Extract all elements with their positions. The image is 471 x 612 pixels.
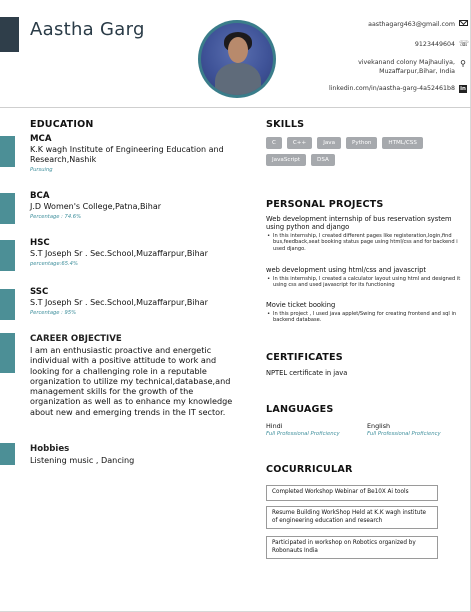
contact-phone-text: 9123449604 — [414, 41, 455, 48]
project-item: Movie ticket booking In this project , I… — [266, 301, 462, 324]
hobbies-text: Listening music , Dancing — [30, 455, 135, 465]
language-level: Full Professional Proficiency — [266, 431, 340, 437]
objective-accent-bar — [0, 333, 15, 373]
contact-phone: 9123449604 ☏ — [255, 40, 469, 49]
resume-header: Aastha Garg aasthagarg463@gmail.com 9123… — [0, 0, 471, 108]
project-bullet: In this internship, I created a calculat… — [266, 276, 462, 289]
skill-chip: Java — [317, 137, 342, 149]
project-item: Web development internship of bus reserv… — [266, 215, 462, 252]
name-accent-bar — [0, 17, 19, 52]
hobbies-title: Hobbies — [30, 444, 70, 454]
contact-email-text[interactable]: aasthagarg463@gmail.com — [368, 21, 455, 28]
language-item: English Full Professional Proficiency — [367, 422, 467, 437]
project-item: web development using html/css and javas… — [266, 266, 462, 289]
language-name: English — [367, 422, 391, 430]
education-institution: S.T Joseph Sr . Sec.School,Muzaffarpur,B… — [30, 249, 208, 258]
education-institution: S.T Joseph Sr . Sec.School,Muzaffarpur,B… — [30, 298, 208, 307]
cocurricular-item: Completed Workshop Webinar of Be10X Ai t… — [266, 485, 438, 501]
project-heading: Web development internship of bus reserv… — [266, 215, 452, 231]
education-meta: percentage:65.4% — [30, 261, 78, 267]
language-level: Full Professional Proficiency — [367, 431, 441, 437]
contact-linkedin-text[interactable]: linkedin.com/in/aastha-garg-4a52461b8 — [329, 85, 455, 92]
skill-chip: HTML/CSS — [382, 137, 423, 149]
career-objective-text: I am an enthusiastic proactive and energ… — [30, 345, 233, 417]
mail-icon — [459, 20, 468, 28]
certificate-item: NPTEL certificate in java — [266, 369, 348, 377]
education-title: EDUCATION — [30, 119, 94, 130]
project-heading: Movie ticket booking — [266, 301, 336, 309]
cocurricular-item: Resume Building WorkShop Held at K.K wag… — [266, 506, 438, 529]
skill-chip: DSA — [311, 154, 335, 166]
cocurricular-title: COCURRICULAR — [266, 464, 353, 475]
education-meta: Pursuing — [30, 167, 53, 173]
education-degree: MCA — [30, 134, 52, 144]
education-degree: HSC — [30, 238, 50, 248]
linkedin-icon: in — [459, 85, 467, 93]
project-bullet: In this internship, I created different … — [266, 233, 462, 252]
hobbies-accent-bar — [0, 443, 15, 465]
education-accent-bar — [0, 289, 15, 320]
contact-linkedin[interactable]: linkedin.com/in/aastha-garg-4a52461b8 in — [255, 85, 467, 93]
personal-projects-title: PERSONAL PROJECTS — [266, 199, 384, 210]
candidate-name: Aastha Garg — [30, 19, 145, 40]
project-heading: web development using html/css and javas… — [266, 266, 426, 274]
cocurricular-item: Participated in workshop on Robotics org… — [266, 536, 438, 559]
phone-icon: ☏ — [459, 39, 470, 48]
education-meta: Percentage : 74.6% — [30, 214, 82, 220]
languages-title: LANGUAGES — [266, 404, 334, 415]
skill-chip: C++ — [286, 137, 313, 149]
education-accent-bar — [0, 240, 15, 271]
education-degree: SSC — [30, 287, 49, 297]
career-objective-title: CAREER OBJECTIVE — [30, 334, 122, 344]
skills-title: SKILLS — [266, 119, 305, 130]
language-name: Hindi — [266, 422, 283, 430]
education-meta: Percentage : 95% — [30, 310, 77, 316]
skills-list: C C++ Java Python HTML/CSS JavaScript DS… — [266, 137, 462, 166]
skill-chip: C — [266, 137, 282, 149]
certificates-title: CERTIFICATES — [266, 352, 343, 363]
education-accent-bar — [0, 193, 15, 224]
education-institution: J.D Women's College,Patna,Bihar — [30, 202, 162, 211]
language-item: Hindi Full Professional Proficiency — [266, 422, 366, 437]
contact-address-line2: Muzaffarpur,Bihar, India — [379, 68, 455, 75]
project-bullet: In this project , I used java applet/Swi… — [266, 311, 462, 324]
education-degree: BCA — [30, 191, 50, 201]
contact-address: vivekanand colony Majhauliya, Muzaffarpu… — [255, 58, 466, 76]
education-institution: K.K wagh Institute of Engineering Educat… — [30, 145, 224, 164]
location-icon: ⚲ — [460, 59, 466, 68]
contact-address-line1: vivekanand colony Majhauliya, — [358, 59, 455, 66]
skill-chip: JavaScript — [266, 154, 307, 166]
photo-face-shape — [228, 37, 248, 63]
education-accent-bar — [0, 136, 15, 167]
contact-email[interactable]: aasthagarg463@gmail.com — [255, 20, 468, 28]
skill-chip: Python — [346, 137, 378, 149]
